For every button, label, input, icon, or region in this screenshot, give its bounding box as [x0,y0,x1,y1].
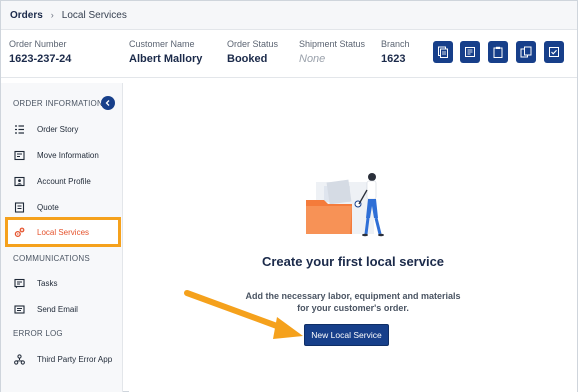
tasks-icon [11,277,27,289]
sidebar-item-send-email[interactable]: Send Email [9,298,119,320]
checklist-button[interactable] [544,41,564,63]
customer-name-label: Customer Name [129,39,195,49]
clipboard-button[interactable] [488,41,508,63]
sidebar-item-order-story[interactable]: Order Story [9,118,119,140]
sidebar: ORDER INFORMATION Order Story Move Infor… [1,83,123,392]
shipment-status-field: Shipment Status None [299,39,365,65]
order-summary-header: Order Number 1623-237-24 Customer Name A… [1,31,577,78]
section-communications: COMMUNICATIONS [13,254,90,263]
sidebar-item-quote[interactable]: Quote [9,196,119,218]
section-order-information: ORDER INFORMATION [13,99,103,108]
clipboard-icon [493,46,503,58]
shipment-status-value: None [299,53,326,65]
breadcrumb: Orders › Local Services [1,1,577,30]
sidebar-item-label: Tasks [37,278,58,288]
empty-state-title: Create your first local service [261,254,445,269]
order-status-field: Order Status Booked [227,39,278,65]
sidebar-item-label: Send Email [37,304,78,314]
branch-field: Branch 1623 [381,39,410,65]
customer-name-field: Customer Name Albert Mallory [129,39,202,65]
sidebar-item-tasks[interactable]: Tasks [9,272,119,294]
sidebar-item-local-services[interactable]: Local Services [5,217,121,247]
checklist-icon [549,47,559,57]
empty-state-description-line-1: Add the necessary labor, equipment and m… [245,291,461,301]
network-icon [11,353,27,365]
notes-icon [465,47,475,57]
order-status-label: Order Status [227,39,279,49]
gears-icon [11,226,27,238]
list-icon [11,123,27,135]
sidebar-item-label: Order Story [37,124,79,134]
duplicate-button[interactable] [516,41,536,63]
section-error-log: ERROR LOG [13,329,63,338]
main-content: Create your first local service Add the … [129,83,577,392]
notes-button[interactable] [460,41,480,63]
empty-state-description-line-2: for your customer's order. [297,303,409,313]
sidebar-item-label: Account Profile [37,176,91,186]
order-number-value: 1623-237-24 [9,53,72,65]
app-window: Orders › Local Services Order Number 162… [0,0,578,392]
empty-state-description: Add the necessary labor, equipment and m… [129,290,577,314]
sidebar-item-label: Local Services [37,227,90,237]
sidebar-item-label: Move Information [37,150,99,160]
order-status-value: Booked [227,53,268,65]
email-icon [11,303,27,315]
sidebar-item-third-party-error-app[interactable]: Third Party Error App [9,348,119,370]
branch-value: 1623 [381,53,406,65]
shipment-status-label: Shipment Status [299,39,366,49]
quote-document-icon [11,201,27,213]
new-local-service-button[interactable]: New Local Service [304,324,389,346]
sidebar-item-label: Quote [37,202,59,212]
order-number-label: Order Number [9,39,67,49]
person-with-folder-illustration [306,173,384,237]
sidebar-item-move-information[interactable]: Move Information [9,144,119,166]
info-card-icon [11,149,27,161]
breadcrumb-orders-link[interactable]: Orders [10,10,43,21]
copy-document-icon [438,46,448,58]
order-number-field: Order Number 1623-237-24 [9,39,71,65]
customer-name-value: Albert Mallory [129,53,203,65]
collapse-sidebar-button[interactable] [101,96,115,110]
duplicate-icon [520,46,532,58]
breadcrumb-separator: › [50,10,54,20]
copy-document-button[interactable] [433,41,453,63]
profile-card-icon [11,175,27,187]
sidebar-item-label: Third Party Error App [37,354,113,364]
branch-label: Branch [381,39,410,49]
chevron-left-icon [105,100,110,106]
breadcrumb-current: Local Services [61,9,127,21]
sidebar-item-account-profile[interactable]: Account Profile [9,170,119,192]
